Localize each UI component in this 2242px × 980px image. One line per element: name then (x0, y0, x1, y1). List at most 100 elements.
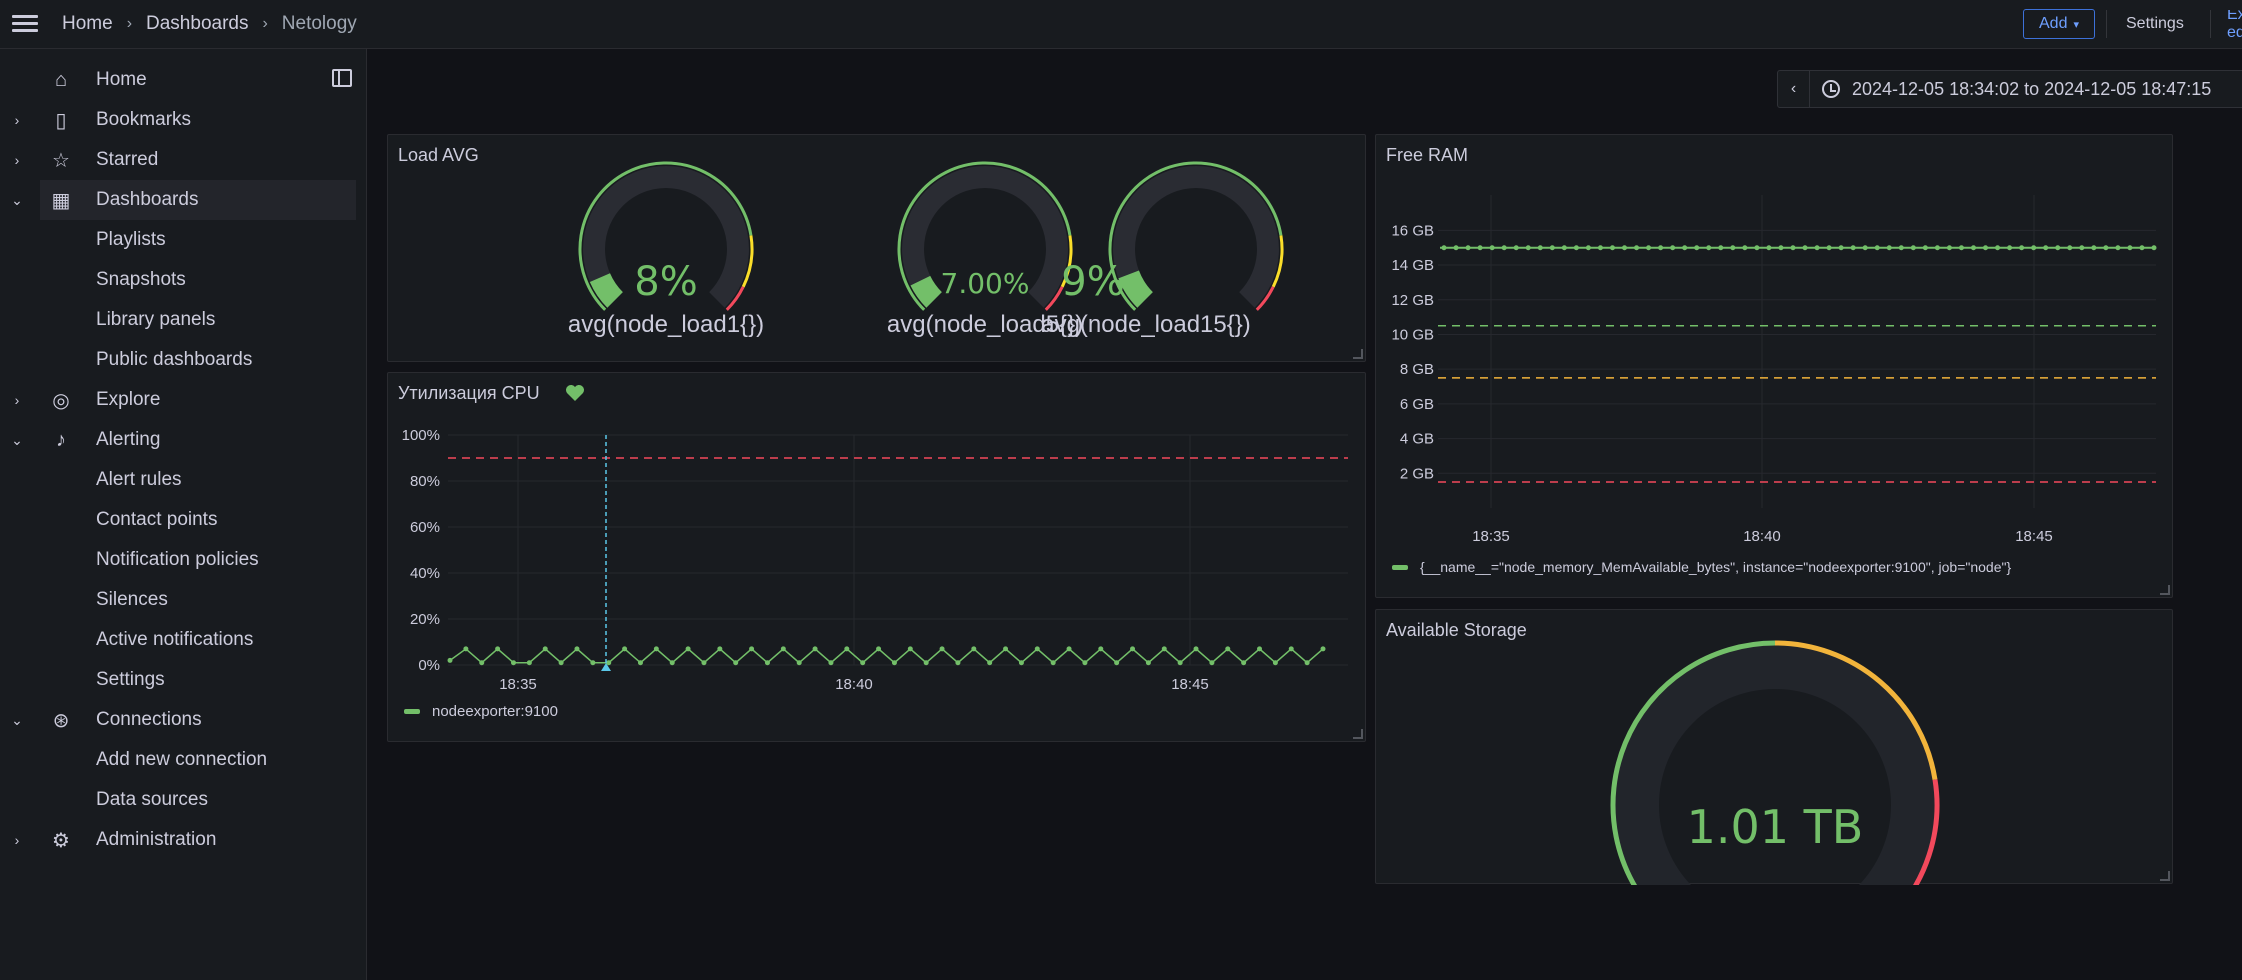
exit-edit-button[interactable]: Exit edit (2227, 10, 2242, 38)
ram-chart-svg: 2 GB 4 GB 6 GB 8 GB 10 GB 12 GB 14 GB 16 GB 18:3… (1391, 195, 2157, 545)
chevron-right-icon[interactable]: › (10, 392, 24, 408)
chevron-right-icon[interactable]: › (10, 112, 24, 128)
data-point (1995, 245, 2001, 251)
sidebar-item-active-notifications[interactable]: Active notifications (0, 620, 367, 660)
menu-icon[interactable] (12, 12, 40, 36)
data-point (463, 646, 469, 652)
sidebar-item-notification-policies[interactable]: Notification policies (0, 540, 367, 580)
y-tick-label: 20% (410, 611, 440, 628)
sidebar-item-contact-points[interactable]: Contact points (0, 500, 367, 540)
sidebar-item-label: Explore (96, 389, 161, 410)
add-button[interactable]: Add ▾ (2023, 9, 2095, 39)
data-point (1241, 660, 1247, 666)
data-point (764, 660, 770, 666)
chevron-down-icon: ▾ (2073, 18, 2079, 31)
resize-handle[interactable] (2160, 585, 2170, 595)
time-range-picker[interactable]: ‹ 2024-12-05 18:34:02 to 2024-12-05 18:4… (1777, 70, 2242, 108)
data-point (1946, 245, 1952, 251)
data-point (637, 660, 643, 666)
data-point (1850, 245, 1856, 251)
data-point (1597, 245, 1603, 251)
sidebar-item-dashboards[interactable]: ⌄ ▦ Dashboards (11, 180, 356, 220)
sidebar-item-label: Alerting (96, 429, 161, 450)
data-point (1465, 245, 1471, 251)
y-tick-label: 0% (418, 657, 440, 674)
data-point (1114, 660, 1120, 666)
data-point (1561, 245, 1567, 251)
sidebar-item-explore[interactable]: › ◎ Explore (0, 380, 367, 420)
settings-button[interactable]: Settings (2126, 10, 2184, 38)
resize-handle[interactable] (2160, 871, 2170, 881)
time-range-back-button[interactable]: ‹ (1778, 71, 1810, 107)
y-tick-label: 40% (410, 565, 440, 582)
data-point (2079, 245, 2085, 251)
resize-handle[interactable] (1353, 729, 1363, 739)
panel-load-avg[interactable]: Load AVG 8% avg(node_load1{}) 7.00% avg(… (387, 134, 1366, 362)
panel-free-ram[interactable]: Free RAM 2 GB 4 GB 6 GB 8 GB 10 GB 12 GB 14 GB… (1375, 134, 2173, 598)
sidebar-item-silences[interactable]: Silences (0, 580, 367, 620)
data-point (923, 660, 929, 666)
y-tick-label: 12 GB (1391, 292, 1434, 309)
sidebar-item-label: Alert rules (96, 469, 182, 490)
sidebar-item-label: Playlists (96, 229, 166, 250)
chevron-right-icon[interactable]: › (10, 832, 24, 848)
sidebar-item-label: Contact points (96, 509, 218, 530)
legend-item[interactable]: {__name__="node_memory_MemAvailable_byte… (1392, 559, 2011, 575)
data-point (749, 646, 755, 652)
data-point (1658, 245, 1664, 251)
sidebar-item-label: Active notifications (96, 629, 254, 650)
breadcrumb-dashboards[interactable]: Dashboards (146, 13, 248, 35)
sidebar-item-home[interactable]: ⌂ Home (0, 60, 367, 100)
data-point (510, 660, 516, 666)
sidebar-item-label: Home (96, 69, 147, 90)
sidebar-item-label: Public dashboards (96, 349, 253, 370)
data-point (844, 646, 850, 652)
chevron-down-icon[interactable]: ⌄ (10, 712, 24, 729)
sidebar-item-administration[interactable]: › ⚙ Administration (0, 820, 367, 860)
gauge-label: avg(node_load15{}) (1041, 311, 1251, 338)
data-point (2031, 245, 2037, 251)
sidebar-item-add-new-connection[interactable]: Add new connection (0, 740, 367, 780)
data-point (1790, 245, 1796, 251)
data-point (1018, 660, 1024, 666)
data-point (1730, 245, 1736, 251)
data-point (1838, 245, 1844, 251)
sidebar-item-label: Snapshots (96, 269, 186, 290)
data-point (828, 660, 834, 666)
sidebar-item-library-panels[interactable]: Library panels (0, 300, 367, 340)
sidebar-item-data-sources[interactable]: Data sources (0, 780, 367, 820)
bookmark-icon: ▯ (55, 109, 67, 132)
sidebar-item-label: Bookmarks (96, 109, 192, 130)
data-point (2043, 245, 2049, 251)
chevron-down-icon[interactable]: ⌄ (10, 432, 24, 449)
data-point (526, 660, 532, 666)
chevron-down-icon[interactable]: ⌄ (10, 192, 24, 209)
breadcrumb-home[interactable]: Home (62, 13, 113, 35)
sidebar-item-snapshots[interactable]: Snapshots (0, 260, 367, 300)
chevron-right-icon[interactable]: › (10, 152, 24, 168)
data-point (1910, 245, 1916, 251)
resize-handle[interactable] (1353, 349, 1363, 359)
series-line (449, 647, 1324, 664)
star-icon: ☆ (52, 149, 70, 172)
sidebar-item-connections[interactable]: ⌄ ⊛ Connections (0, 700, 367, 740)
data-point (2007, 245, 2013, 251)
data-point (1288, 646, 1294, 652)
data-point (2115, 245, 2121, 251)
data-point (1003, 646, 1009, 652)
data-point (1874, 245, 1880, 251)
data-point (1970, 245, 1976, 251)
data-point (2127, 245, 2133, 251)
data-point (1066, 646, 1072, 652)
sidebar-item-playlists[interactable]: Playlists (0, 220, 367, 260)
sidebar-item-settings[interactable]: Settings (0, 660, 367, 700)
sidebar-item-starred[interactable]: › ☆ Starred (0, 140, 367, 180)
data-point (653, 646, 659, 652)
sidebar-item-alerting[interactable]: ⌄ ♪ Alerting (0, 420, 367, 460)
sidebar-item-bookmarks[interactable]: › ▯ Bookmarks (0, 100, 367, 140)
panel-cpu[interactable]: Утилизация CPU 0% 20% 40% 60% 80% 100% 18:35 18… (387, 372, 1366, 742)
sidebar-item-public-dashboards[interactable]: Public dashboards (0, 340, 367, 380)
sidebar-item-alert-rules[interactable]: Alert rules (0, 460, 367, 500)
legend-item[interactable]: nodeexporter:9100 (404, 703, 558, 720)
panel-storage[interactable]: Available Storage 1.01 TB (1375, 609, 2173, 885)
